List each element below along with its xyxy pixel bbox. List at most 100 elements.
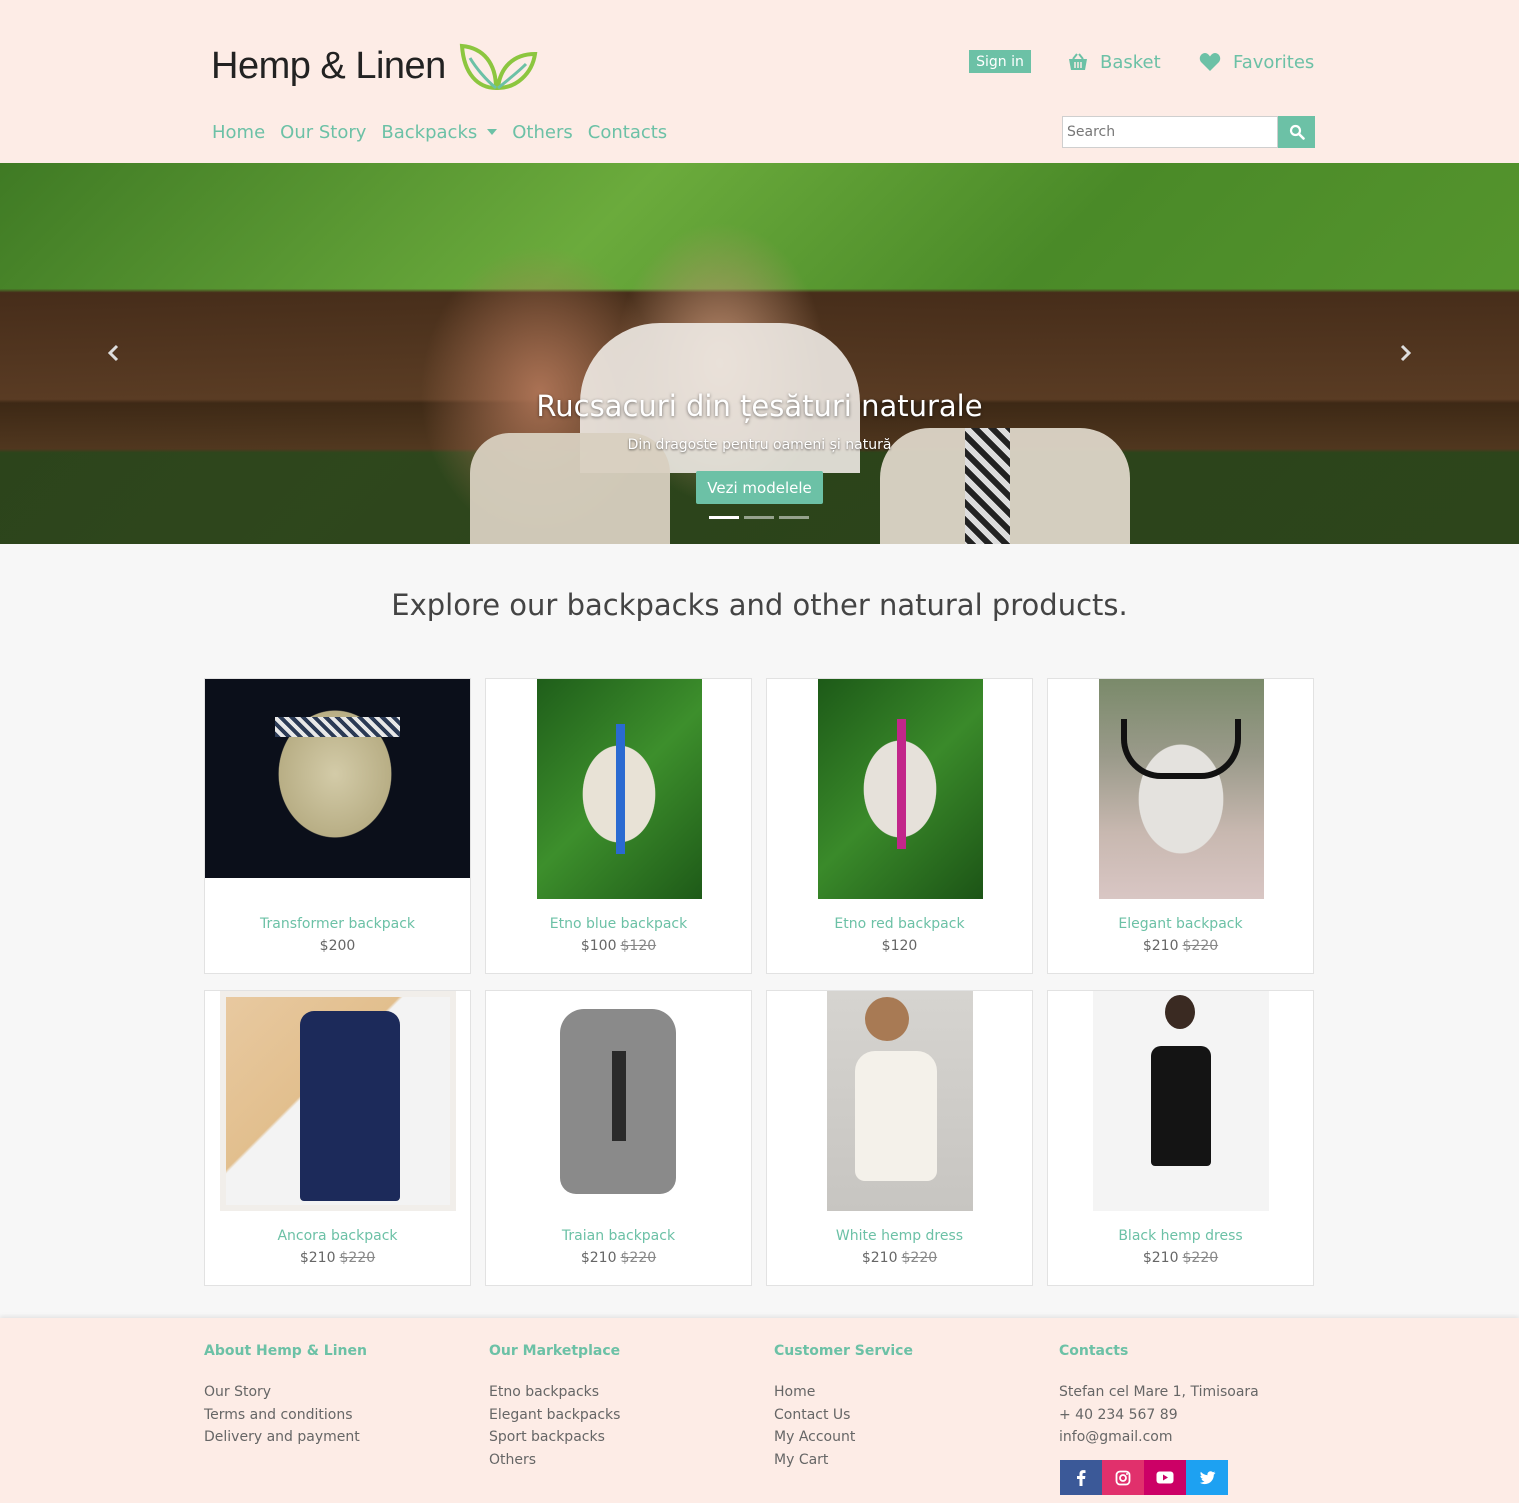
footer-marketplace: Our Marketplace Etno backpacks Elegant b…	[489, 1343, 620, 1471]
product-card[interactable]: Etno blue backpack $100 $120	[485, 678, 752, 974]
basket-label: Basket	[1100, 51, 1161, 73]
instagram-button[interactable]	[1102, 1460, 1144, 1495]
product-image[interactable]	[534, 991, 706, 1211]
footer-heading: Our Marketplace	[489, 1343, 621, 1359]
nav-home[interactable]: Home	[212, 118, 265, 146]
current-price: $210	[299, 1250, 336, 1266]
product-card[interactable]: Transformer backpack $200	[204, 678, 471, 974]
nav-backpacks-label: Backpacks	[381, 121, 478, 143]
product-image[interactable]	[818, 679, 983, 899]
current-price: $210	[580, 1250, 617, 1266]
footer-link-home[interactable]: Home	[774, 1381, 913, 1404]
search-input[interactable]	[1062, 116, 1278, 148]
nav-our-story[interactable]: Our Story	[280, 118, 366, 146]
basket-link[interactable]: Basket	[1068, 49, 1161, 75]
nav-others[interactable]: Others	[512, 118, 573, 146]
product-name[interactable]: Traian backpack	[486, 1228, 751, 1244]
product-image-flap	[1121, 719, 1241, 779]
product-name[interactable]: Ancora backpack	[205, 1228, 470, 1244]
site-header: Hemp & Linen Sign in Basket Favorites Ho…	[0, 0, 1519, 163]
nav-contacts[interactable]: Contacts	[588, 118, 667, 146]
carousel-indicator-1[interactable]	[709, 516, 739, 519]
product-card[interactable]: Ancora backpack $210 $220	[204, 990, 471, 1286]
leaves-logo-icon	[459, 43, 538, 91]
chevron-left-icon	[107, 344, 119, 362]
product-image[interactable]	[827, 991, 973, 1211]
product-card[interactable]: Black hemp dress $210 $220	[1047, 990, 1314, 1286]
product-name[interactable]: Etno red backpack	[767, 916, 1032, 932]
product-card[interactable]: White hemp dress $210 $220	[766, 990, 1033, 1286]
carousel-next-button[interactable]	[1395, 343, 1415, 363]
heart-icon	[1199, 53, 1221, 71]
instagram-icon	[1115, 1470, 1131, 1485]
product-image[interactable]	[1093, 991, 1269, 1211]
carousel-indicator-3[interactable]	[779, 516, 809, 519]
current-price: $200	[319, 938, 356, 954]
footer-about: About Hemp & Linen Our Story Terms and c…	[204, 1343, 367, 1449]
footer-heading: Customer Service	[774, 1343, 913, 1359]
product-image-strap	[612, 1051, 626, 1141]
footer-link-sport[interactable]: Sport backpacks	[489, 1426, 620, 1449]
product-image-head	[1165, 995, 1195, 1029]
footer-link-etno[interactable]: Etno backpacks	[489, 1381, 620, 1404]
product-image-pattern	[275, 717, 400, 737]
search-icon	[1289, 124, 1305, 140]
product-name[interactable]: Elegant backpack	[1048, 916, 1313, 932]
nav-backpacks-dropdown[interactable]: Backpacks	[381, 118, 498, 146]
footer-link-our-story[interactable]: Our Story	[204, 1381, 367, 1404]
product-image[interactable]	[220, 991, 456, 1211]
product-image[interactable]	[205, 679, 470, 878]
product-price: $100 $120	[486, 938, 751, 954]
product-name[interactable]: Etno blue backpack	[486, 916, 751, 932]
carousel-prev-button[interactable]	[104, 343, 124, 363]
product-card[interactable]: Traian backpack $210 $220	[485, 990, 752, 1286]
site-logo[interactable]: Hemp & Linen	[211, 40, 538, 92]
caret-down-icon	[487, 129, 498, 135]
footer-link-elegant[interactable]: Elegant backpacks	[489, 1404, 620, 1427]
product-name[interactable]: White hemp dress	[767, 1228, 1032, 1244]
old-price: $220	[901, 1250, 938, 1266]
product-image[interactable]	[1099, 679, 1264, 899]
search-form	[1062, 116, 1315, 148]
carousel-indicator-2[interactable]	[744, 516, 774, 519]
product-image-stripe	[897, 719, 906, 849]
product-price: $210 $220	[486, 1250, 751, 1266]
product-name[interactable]: Black hemp dress	[1048, 1228, 1313, 1244]
product-image-bag	[300, 1011, 400, 1201]
product-price: $120	[767, 938, 1032, 954]
twitter-button[interactable]	[1186, 1460, 1228, 1495]
hero-title: Rucsacuri din țesături naturale	[536, 389, 983, 423]
product-image[interactable]	[537, 679, 702, 899]
favorites-link[interactable]: Favorites	[1199, 49, 1314, 75]
product-price: $200	[205, 938, 470, 954]
product-name[interactable]: Transformer backpack	[205, 916, 470, 932]
current-price: $210	[861, 1250, 898, 1266]
hero-cta-button[interactable]: Vezi modelele	[696, 471, 823, 504]
search-button[interactable]	[1278, 116, 1315, 148]
youtube-icon	[1156, 1471, 1174, 1484]
product-price: $210 $220	[205, 1250, 470, 1266]
footer-link-my-cart[interactable]: My Cart	[774, 1449, 913, 1472]
product-price: $210 $220	[1048, 1250, 1313, 1266]
footer-link-my-account[interactable]: My Account	[774, 1426, 913, 1449]
footer-phone: + 40 234 567 89	[1059, 1406, 1178, 1423]
hero-subtitle: Din dragoste pentru oameni și natură	[627, 437, 892, 453]
footer-heading: About Hemp & Linen	[204, 1343, 367, 1359]
footer-email[interactable]: info@gmail.com	[1059, 1426, 1259, 1449]
sign-in-button[interactable]: Sign in	[969, 50, 1031, 73]
product-image-stripe	[616, 724, 625, 854]
carousel-indicators	[709, 516, 809, 519]
facebook-button[interactable]	[1060, 1460, 1102, 1495]
favorites-label: Favorites	[1233, 51, 1315, 73]
hero-carousel: Rucsacuri din țesături naturale Din drag…	[0, 163, 1519, 544]
footer-link-others[interactable]: Others	[489, 1449, 620, 1472]
footer-link-delivery[interactable]: Delivery and payment	[204, 1426, 367, 1449]
footer-link-contact-us[interactable]: Contact Us	[774, 1404, 913, 1427]
current-price: $100	[580, 938, 617, 954]
youtube-button[interactable]	[1144, 1460, 1186, 1495]
product-card[interactable]: Elegant backpack $210 $220	[1047, 678, 1314, 974]
product-card[interactable]: Etno red backpack $120	[766, 678, 1033, 974]
footer-link-terms[interactable]: Terms and conditions	[204, 1404, 367, 1427]
twitter-icon	[1199, 1470, 1215, 1484]
product-image-dress	[855, 1051, 937, 1181]
